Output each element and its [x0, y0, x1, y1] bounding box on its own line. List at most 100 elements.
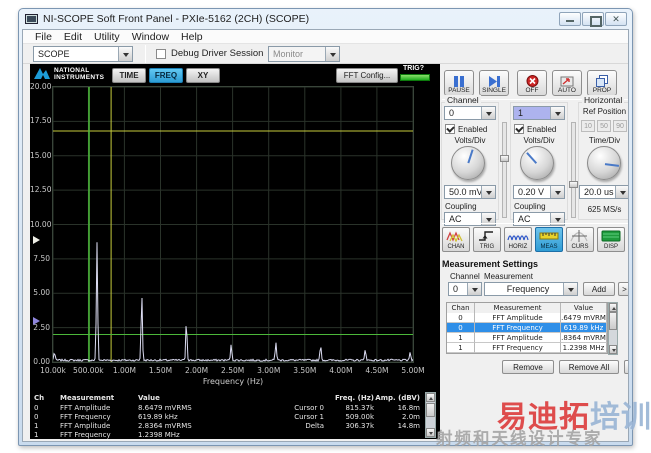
ms-table-row[interactable]: 0 FFT Frequency 619.89 kHz: [447, 323, 607, 333]
x-tick-label: 3.50M: [293, 366, 317, 375]
channel0-select[interactable]: 0: [444, 106, 496, 120]
channel1-slider-handle[interactable]: [569, 181, 578, 188]
remove-button[interactable]: Remove: [502, 360, 554, 374]
curs-tab-label: CURS: [571, 244, 589, 250]
chan-tab-button[interactable]: CHAN: [442, 227, 470, 252]
menu-item[interactable]: File: [29, 31, 58, 43]
divider: [442, 223, 628, 224]
menu-item[interactable]: Window: [126, 31, 175, 43]
channel0-enabled-checkbox[interactable]: [445, 124, 455, 134]
timediv-knob[interactable]: [587, 146, 621, 180]
scroll-down-icon[interactable]: [609, 345, 617, 354]
tab-freq[interactable]: FREQ: [149, 68, 183, 83]
channel1-voltsdiv-knob[interactable]: [520, 146, 554, 180]
channel1-voltsdiv-select[interactable]: 0.20 V: [513, 185, 565, 199]
title-bar[interactable]: NI-SCOPE Soft Front Panel - PXIe-5162 (2…: [19, 9, 632, 29]
trig-tab-button[interactable]: TRIG: [473, 227, 501, 252]
maximize-button[interactable]: [582, 12, 604, 27]
meas-tab-button[interactable]: MEAS: [535, 227, 563, 252]
channel0-position-slider[interactable]: [500, 122, 509, 218]
disp-tab-button[interactable]: DISP: [597, 227, 625, 252]
spectrum-plot[interactable]: [52, 86, 414, 363]
readout-cell: FFT Amplitude: [60, 421, 111, 430]
scroll-thumb[interactable]: [609, 312, 617, 330]
single-button[interactable]: SINGLE: [479, 70, 509, 96]
curs-tab-button[interactable]: CURS: [566, 227, 594, 252]
pause-button[interactable]: PAUSE: [444, 70, 474, 96]
scroll-up-icon[interactable]: [426, 393, 435, 402]
timediv-select[interactable]: 20.0 us: [579, 185, 628, 199]
scroll-down-icon[interactable]: [426, 428, 435, 437]
channel1-marker-icon[interactable]: [33, 317, 40, 326]
off-icon: [526, 75, 538, 87]
scroll-up-icon[interactable]: [609, 303, 617, 312]
channel0-marker-icon[interactable]: [33, 236, 40, 244]
ms-cell-value: 2.8364 mVRMS: [561, 333, 607, 343]
chan-tab-label: CHAN: [447, 244, 465, 250]
ms-table-row[interactable]: 1 FFT Amplitude 2.8364 mVRMS: [447, 333, 607, 343]
add-measurement-button[interactable]: Add: [583, 282, 615, 296]
debug-session-checkbox[interactable]: [156, 48, 166, 59]
brand-line1: NATIONAL: [54, 67, 90, 74]
readout-scrollbar[interactable]: [425, 392, 436, 438]
readout-header: Ch Measurement Value Freq. (Hz) Amp. (dBV): [30, 392, 424, 403]
channel1-enabled-label: Enabled: [527, 124, 557, 134]
ms-table-row[interactable]: 1 FFT Frequency 1.2398 MHz: [447, 343, 607, 353]
readout-cell: Amp. (dBV): [375, 393, 420, 402]
readout-cell: 815.37k: [345, 403, 374, 412]
ms-measurement-select[interactable]: Frequency: [484, 282, 578, 296]
channel0-slider-handle[interactable]: [500, 155, 509, 162]
ms-table-scrollbar[interactable]: [608, 302, 618, 355]
tab-time[interactable]: TIME: [112, 68, 146, 83]
x-tick-label: 3.00M: [257, 366, 281, 375]
x-tick-label: 1.50M: [148, 366, 173, 375]
auto-setup-icon: [560, 76, 574, 87]
auto-button[interactable]: AUTO: [552, 70, 582, 96]
minimize-button[interactable]: [559, 12, 581, 26]
prop-button[interactable]: PROP: [587, 70, 617, 96]
ms-cell-chan: 0: [447, 313, 475, 323]
ref-90-button[interactable]: 90: [613, 120, 627, 132]
device-select[interactable]: SCOPE: [33, 46, 133, 62]
x-axis-title: Frequency (Hz): [202, 377, 264, 386]
close-button[interactable]: [605, 12, 627, 26]
readout-cell: Cursor 0: [294, 403, 324, 412]
readout-cell: 619.89 kHz: [138, 412, 178, 421]
debug-mode-select[interactable]: Monitor: [268, 46, 340, 62]
horizontal-section-label: Horizontal: [582, 95, 625, 105]
x-tick-label: 4.50M: [365, 366, 389, 375]
channel1-enabled-checkbox[interactable]: [514, 124, 524, 134]
pause-label: PAUSE: [448, 87, 470, 94]
ms-channel-select[interactable]: 0: [448, 282, 482, 296]
off-button[interactable]: OFF: [517, 70, 547, 96]
ref-50-button[interactable]: 50: [597, 120, 611, 132]
channel0-voltsdiv-select[interactable]: 50.0 mV: [444, 185, 496, 199]
menu-item[interactable]: Edit: [58, 31, 88, 43]
spectrum-svg: [52, 86, 414, 363]
trig-tab-label: TRIG: [479, 244, 495, 250]
fft-config-button[interactable]: FFT Config...: [336, 68, 398, 83]
app-icon: [25, 14, 38, 24]
ms-table-row[interactable]: 0 FFT Amplitude 8.6479 mVRMS: [447, 313, 607, 323]
readout-cell: 1: [34, 421, 39, 430]
remove-all-button[interactable]: Remove All: [559, 360, 619, 374]
horiz-tab-button[interactable]: HORIZ: [504, 227, 532, 252]
channel1-select[interactable]: 1: [513, 106, 565, 120]
readout-cell: 8.6479 mVRMS: [138, 403, 192, 412]
y-tick-label: 12.50: [30, 185, 52, 195]
scroll-thumb[interactable]: [426, 403, 435, 417]
x-tick-label: 5.00M: [401, 366, 425, 375]
menu-item[interactable]: Help: [175, 31, 209, 43]
ref-10-button[interactable]: 10: [581, 120, 595, 132]
channel0-voltsdiv-knob[interactable]: [451, 146, 485, 180]
menu-item[interactable]: Utility: [88, 31, 126, 43]
tab-xy[interactable]: XY: [186, 68, 220, 83]
more-measurement-button[interactable]: >: [618, 282, 628, 296]
channel1-position-slider[interactable]: [569, 122, 578, 218]
readout-row: 1 FFT Frequency 1.2398 MHz: [30, 430, 424, 439]
expand-button[interactable]: >: [624, 360, 628, 374]
debug-mode-value: Monitor: [273, 49, 304, 59]
readout-cell: Ch: [34, 393, 45, 402]
ms-cell-measurement: FFT Frequency: [475, 343, 561, 353]
trigger-status-label: TRIG?: [403, 65, 424, 72]
